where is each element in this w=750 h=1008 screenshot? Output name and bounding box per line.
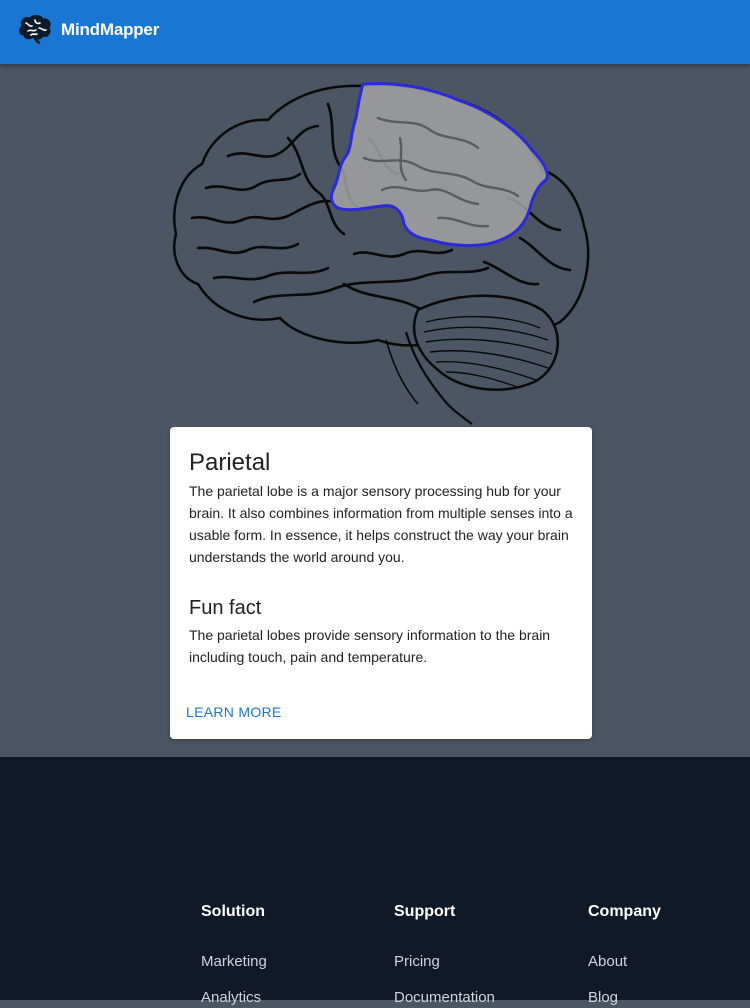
fun-fact-text: The parietal lobes provide sensory infor… [189,627,551,665]
fun-fact-heading: Fun fact [189,597,262,619]
footer-link-about[interactable]: About [588,952,661,972]
footer: Solution Marketing Analytics Support Pri… [0,757,750,1006]
footer-column-solution: Solution Marketing Analytics [201,902,267,1008]
footer-column-company: Company About Blog [588,902,661,1008]
brain-icon[interactable] [16,14,52,44]
footer-heading-company: Company [588,903,661,920]
footer-link-pricing[interactable]: Pricing [394,952,495,972]
footer-link-analytics[interactable]: Analytics [201,988,267,1008]
footer-column-support: Support Pricing Documentation [394,902,495,1008]
footer-link-documentation[interactable]: Documentation [394,988,495,1008]
region-info-card: Parietal The parietal lobe is a major se… [170,427,592,739]
brain-diagram [173,82,590,425]
region-title: Parietal [189,449,271,476]
footer-link-marketing[interactable]: Marketing [201,952,267,972]
footer-heading-support: Support [394,903,456,920]
region-description: The parietal lobe is a major sensory pro… [189,483,573,565]
app-bar: MindMapper [0,0,750,64]
footer-link-blog[interactable]: Blog [588,988,661,1008]
app-title[interactable]: MindMapper [61,19,159,41]
cerebellum [412,294,559,391]
learn-more-button[interactable]: LEARN MORE [178,697,290,727]
footer-heading-solution: Solution [201,903,265,920]
